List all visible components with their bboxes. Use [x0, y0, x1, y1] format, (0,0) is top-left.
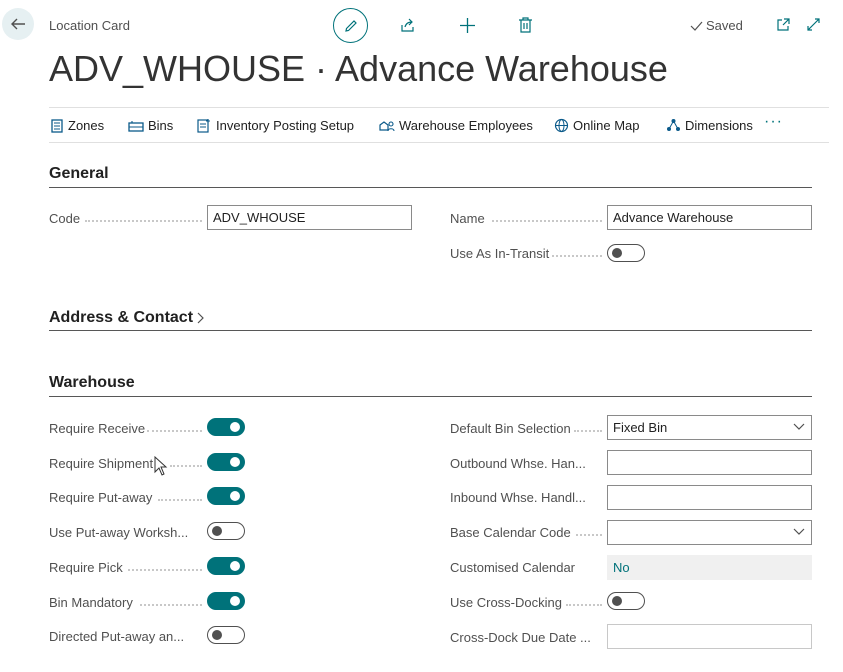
- require-pick-label: Require Pick: [49, 560, 123, 575]
- checkmark-icon: [690, 21, 703, 31]
- section-address-contact[interactable]: Address & Contact: [49, 309, 205, 327]
- bin-mandatory-dots: [140, 603, 202, 606]
- plus-icon: [460, 18, 475, 33]
- action-zones-label: Zones: [68, 118, 105, 133]
- open-new-window-button[interactable]: [776, 17, 791, 32]
- dimensions-icon: [667, 119, 680, 131]
- code-dots: [85, 219, 202, 222]
- action-inventory-posting-setup[interactable]: Inventory Posting Setup: [197, 118, 354, 133]
- customised-calendar-label: Customised Calendar: [450, 560, 576, 575]
- action-warehouse-employees[interactable]: Warehouse Employees: [379, 118, 533, 133]
- action-bins[interactable]: Bins: [128, 118, 173, 133]
- globe-icon: [554, 118, 569, 133]
- code-field[interactable]: ADV_WHOUSE: [207, 205, 412, 230]
- require-put-away-label: Require Put-away: [49, 490, 153, 505]
- name-dots: [492, 219, 602, 222]
- saved-label: Saved: [706, 18, 743, 33]
- name-label: Name: [450, 211, 485, 226]
- require-pick-toggle[interactable]: [207, 557, 245, 575]
- name-field[interactable]: Advance Warehouse: [607, 205, 812, 230]
- back-button[interactable]: [2, 8, 34, 40]
- edit-button[interactable]: [333, 8, 368, 43]
- default-bin-selection-dots: [574, 429, 602, 432]
- chevron-right-icon: [197, 312, 204, 324]
- inventory-posting-setup-icon: [197, 119, 210, 133]
- cross-dock-due-date-field[interactable]: [607, 624, 812, 649]
- default-bin-selection-select[interactable]: Fixed Bin: [607, 415, 812, 440]
- action-bins-label: Bins: [148, 118, 174, 133]
- section-general-divider: [49, 187, 812, 188]
- outbound-whse-handling-field[interactable]: [607, 450, 812, 475]
- section-warehouse-divider: [49, 396, 812, 397]
- directed-put-away-label: Directed Put-away an...: [49, 629, 185, 644]
- require-shipment-label: Require Shipment: [49, 456, 154, 471]
- zones-icon: [51, 118, 63, 133]
- expand-button[interactable]: [806, 17, 821, 32]
- use-cross-docking-dots: [566, 603, 602, 606]
- action-dimensions[interactable]: Dimensions: [666, 118, 753, 133]
- cross-dock-due-date-label: Cross-Dock Due Date ...: [450, 630, 591, 645]
- use-as-in-transit-dots: [552, 254, 602, 257]
- use-put-away-worksheet-label: Use Put-away Worksh...: [49, 525, 189, 540]
- base-calendar-code-dots: [576, 533, 602, 536]
- bin-mandatory-toggle[interactable]: [207, 592, 245, 610]
- chevron-down-icon: [793, 528, 805, 535]
- section-address-divider: [49, 330, 812, 331]
- inbound-whse-handling-field[interactable]: [607, 485, 812, 510]
- base-calendar-code-label: Base Calendar Code: [450, 525, 571, 540]
- require-receive-label: Require Receive: [49, 421, 146, 436]
- default-bin-selection-label: Default Bin Selection: [450, 421, 571, 436]
- open-new-window-icon: [777, 18, 790, 31]
- section-general-title[interactable]: General: [49, 165, 109, 183]
- default-bin-selection-value: Fixed Bin: [613, 420, 668, 435]
- share-button[interactable]: [400, 17, 416, 33]
- delete-button[interactable]: [518, 17, 533, 33]
- use-as-in-transit-label: Use As In-Transit: [450, 246, 550, 261]
- require-put-away-toggle[interactable]: [207, 487, 245, 505]
- action-dimensions-label: Dimensions: [685, 118, 753, 133]
- saved-status: Saved: [690, 18, 743, 33]
- code-label: Code: [49, 211, 81, 226]
- back-arrow-icon: [11, 18, 25, 30]
- require-receive-toggle[interactable]: [207, 418, 245, 436]
- require-shipment-dots: [170, 464, 202, 467]
- pencil-icon: [344, 19, 357, 32]
- require-shipment-toggle[interactable]: [207, 453, 245, 471]
- action-online-map[interactable]: Online Map: [554, 118, 639, 133]
- use-as-in-transit-toggle[interactable]: [607, 244, 645, 262]
- action-warehouse-employees-label: Warehouse Employees: [399, 118, 533, 133]
- use-put-away-worksheet-toggle[interactable]: [207, 522, 245, 540]
- inbound-whse-handling-label: Inbound Whse. Handl...: [450, 490, 586, 505]
- customised-calendar-value[interactable]: No: [607, 555, 812, 580]
- action-inventory-posting-setup-label: Inventory Posting Setup: [216, 118, 355, 133]
- expand-icon: [807, 18, 820, 31]
- new-button[interactable]: [459, 17, 476, 34]
- require-put-away-dots: [158, 498, 202, 501]
- breadcrumb: Location Card: [49, 18, 130, 33]
- action-online-map-label: Online Map: [573, 118, 640, 133]
- page-title: ADV_WHOUSE · Advance Warehouse: [49, 48, 668, 89]
- base-calendar-code-select[interactable]: [607, 520, 812, 545]
- require-pick-dots: [128, 568, 202, 571]
- directed-put-away-toggle[interactable]: [207, 626, 245, 644]
- use-cross-docking-toggle[interactable]: [607, 592, 645, 610]
- outbound-whse-handling-label: Outbound Whse. Han...: [450, 456, 586, 471]
- chevron-down-icon: [793, 423, 805, 430]
- share-icon: [401, 18, 414, 32]
- trash-icon: [519, 17, 532, 33]
- mouse-cursor-icon: [154, 456, 168, 476]
- more-actions-button[interactable]: ···: [764, 113, 783, 131]
- warehouse-employees-icon: [379, 120, 395, 131]
- section-address-contact-title: Address & Contact: [49, 309, 194, 326]
- bins-icon: [128, 120, 144, 132]
- use-cross-docking-label: Use Cross-Docking: [450, 595, 562, 610]
- action-zones[interactable]: Zones: [50, 118, 104, 133]
- bin-mandatory-label: Bin Mandatory: [49, 595, 133, 610]
- require-receive-dots: [147, 429, 202, 432]
- section-warehouse-title[interactable]: Warehouse: [49, 374, 135, 392]
